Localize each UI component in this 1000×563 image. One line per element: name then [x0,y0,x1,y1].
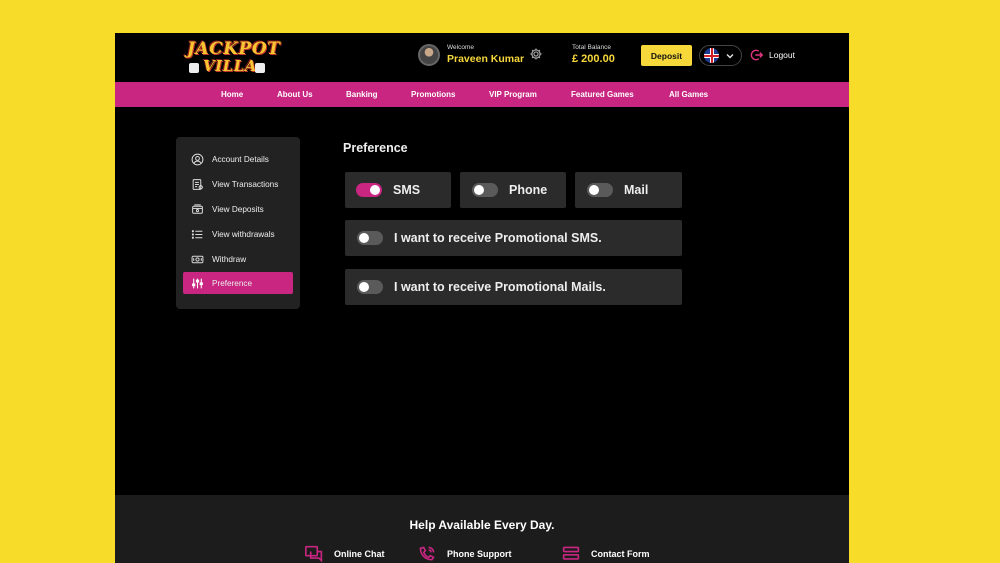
account-sidebar: Account Details View Transactions View D… [176,137,300,309]
channel-mail-card[interactable]: Mail [575,172,682,208]
channel-phone-card[interactable]: Phone [460,172,566,208]
sidebar-item-view-deposits[interactable]: View Deposits [183,198,293,220]
page-title: Preference [343,141,408,155]
sidebar-item-label: View Deposits [212,204,264,214]
phone-icon [419,546,435,561]
logout-icon[interactable] [750,48,764,62]
logo-text-bottom: VILLA [203,57,257,75]
deposit-button[interactable]: Deposit [641,45,692,66]
sidebar-item-account-details[interactable]: Account Details [183,148,293,170]
help-footer: Help Available Every Day. Online Chat Ph… [115,495,849,563]
user-avatar[interactable] [418,44,440,66]
main-nav: Home About Us Banking Promotions VIP Pro… [115,82,849,107]
user-circle-icon [191,153,204,165]
option-label: I want to receive Promotional Mails. [394,280,606,294]
wallet-icon [192,203,203,214]
nav-banking[interactable]: Banking [346,90,378,99]
app-frame: JACKPOT VILLA Welcome Praveen Kumar Tota… [115,33,849,563]
promo-mail-toggle[interactable] [357,280,383,294]
dice-icon [255,63,265,73]
gear-icon[interactable] [529,47,543,61]
mail-toggle[interactable] [587,183,613,197]
balance-label: Total Balance [572,44,612,51]
promo-mail-option[interactable]: I want to receive Promotional Mails. [345,269,682,305]
sms-toggle[interactable] [356,183,382,197]
logo-text-top: JACKPOT [187,39,281,59]
form-icon [562,546,580,560]
help-item-label: Contact Form [591,549,650,559]
sidebar-item-label: Account Details [212,154,269,164]
sidebar-item-withdraw[interactable]: Withdraw [183,248,293,270]
welcome-label: Welcome [447,44,474,51]
nav-about-us[interactable]: About Us [277,90,313,99]
uk-flag-icon [704,48,719,63]
dice-icon [189,63,199,73]
receipt-icon [192,178,203,190]
option-label: I want to receive Promotional SMS. [394,231,602,245]
phone-support-link[interactable]: Phone Support [417,545,512,563]
sidebar-item-label: Withdraw [212,254,247,264]
help-item-label: Phone Support [447,549,512,559]
chat-icon [305,545,323,563]
top-header: JACKPOT VILLA Welcome Praveen Kumar Tota… [115,33,849,82]
sidebar-item-preference[interactable]: Preference [183,272,293,294]
language-selector[interactable] [699,45,742,66]
channel-sms-card[interactable]: SMS [345,172,451,208]
channel-label: Phone [509,183,548,197]
sidebar-item-view-transactions[interactable]: View Transactions [183,173,293,195]
promo-sms-toggle[interactable] [357,231,383,245]
help-title: Help Available Every Day. [409,518,555,532]
sidebar-item-view-withdrawals[interactable]: View withdrawals [183,223,293,245]
cash-icon [191,255,204,263]
nav-promotions[interactable]: Promotions [411,90,455,99]
channel-label: SMS [393,183,421,197]
user-name: Praveen Kumar [447,53,525,65]
nav-home[interactable]: Home [221,90,243,99]
sliders-icon [192,278,203,288]
sidebar-item-label: Preference [212,278,253,288]
nav-vip-program[interactable]: VIP Program [489,90,537,99]
phone-toggle[interactable] [472,183,498,197]
contact-form-link[interactable]: Contact Form [561,545,650,563]
balance-value: £ 200.00 [572,53,615,65]
help-item-label: Online Chat [334,549,385,559]
nav-featured-games[interactable]: Featured Games [571,90,634,99]
online-chat-link[interactable]: Online Chat [304,545,385,563]
chevron-down-icon [726,53,734,59]
sidebar-item-label: View withdrawals [212,229,275,239]
promo-sms-option[interactable]: I want to receive Promotional SMS. [345,220,682,256]
jackpot-villa-logo[interactable]: JACKPOT VILLA [185,39,280,77]
channel-label: Mail [624,183,649,197]
nav-all-games[interactable]: All Games [669,90,708,99]
logout-link[interactable]: Logout [769,50,795,60]
sidebar-item-label: View Transactions [212,179,279,189]
list-icon [191,229,203,239]
